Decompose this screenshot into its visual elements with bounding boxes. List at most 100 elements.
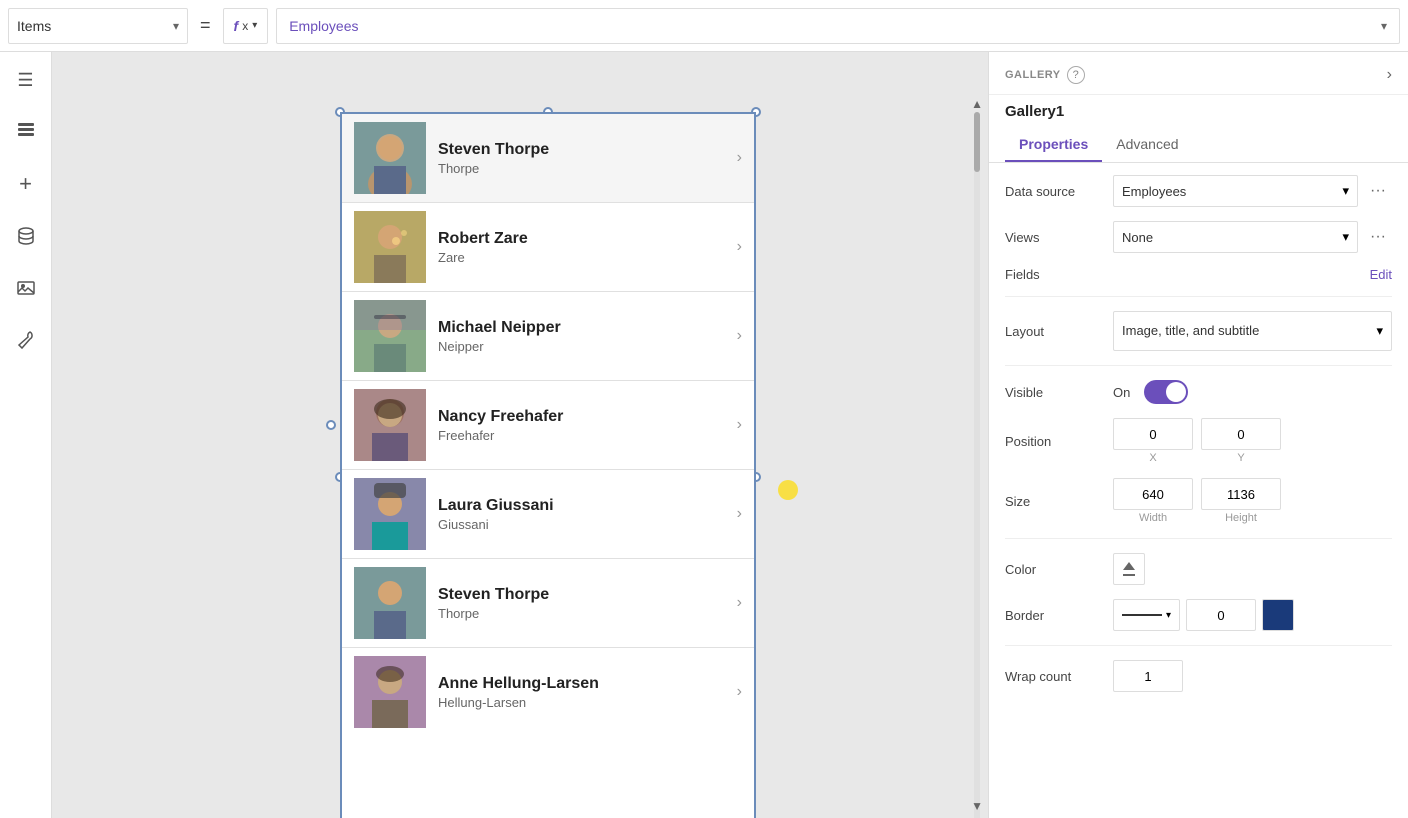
formula-value: Employees [289,18,358,34]
canvas-area[interactable]: ✏ [52,52,988,818]
border-style-dropdown[interactable]: ▾ [1113,599,1180,631]
panel-section-label: GALLERY [1005,69,1061,81]
tools-icon[interactable] [10,324,42,356]
views-arrow: ▾ [1342,229,1349,245]
wrap-count-input[interactable] [1113,660,1183,692]
position-x-input[interactable] [1113,418,1193,450]
size-label: Size [1005,494,1105,509]
item-text: Robert Zare Zare [438,230,729,265]
divider [1005,645,1392,646]
border-line-preview [1122,614,1162,616]
layout-dropdown[interactable]: Image, title, and subtitle ▾ [1113,311,1392,351]
views-dropdown[interactable]: None ▾ [1113,221,1358,253]
views-more-button[interactable]: ··· [1364,223,1392,251]
item-avatar [354,389,426,461]
layout-row: Layout Image, title, and subtitle ▾ [1005,311,1392,351]
position-y-label: Y [1237,452,1244,464]
visible-on-label: On [1113,385,1130,400]
data-source-dropdown[interactable]: Employees ▾ [1113,175,1358,207]
border-label: Border [1005,608,1105,623]
chevron-right-icon: › [737,683,742,701]
item-subtitle: Zare [438,250,729,265]
border-color-swatch[interactable] [1262,599,1294,631]
item-subtitle: Hellung-Larsen [438,695,729,710]
position-label: Position [1005,434,1105,449]
scroll-up-icon[interactable]: ▲ [971,97,983,111]
fx-button[interactable]: f x ▾ [223,8,269,44]
scroll-down-icon[interactable]: ▼ [971,799,983,813]
tab-properties[interactable]: Properties [1005,128,1102,162]
add-icon[interactable]: + [10,168,42,200]
chevron-right-icon: › [737,505,742,523]
wrap-count-row: Wrap count [1005,660,1392,692]
gallery-item[interactable]: Laura Giussani Giussani › [342,470,754,559]
fields-label: Fields [1005,267,1105,282]
database-icon[interactable] [10,220,42,252]
item-name: Nancy Freehafer [438,408,729,426]
data-source-arrow: ▾ [1342,183,1349,199]
divider [1005,365,1392,366]
layout-arrow: ▾ [1376,323,1383,339]
item-name: Robert Zare [438,230,729,248]
gallery-item[interactable]: Robert Zare Zare › [342,203,754,292]
position-xy-group: X Y [1113,418,1392,464]
main-layout: ☰ + [0,52,1408,818]
border-width-input[interactable] [1186,599,1256,631]
gallery-item[interactable]: Michael Neipper Neipper › [342,292,754,381]
item-subtitle: Giussani [438,517,729,532]
visible-toggle[interactable] [1144,380,1188,404]
items-dropdown[interactable]: Items ▾ [8,8,188,44]
gallery-name: Gallery1 [989,95,1408,120]
equals-sign: = [200,15,211,36]
size-height-label: Height [1225,512,1257,524]
color-label: Color [1005,562,1105,577]
gallery-item[interactable]: Steven Thorpe Thorpe › [342,559,754,648]
divider [1005,296,1392,297]
fx-arrow: ▾ [252,20,257,31]
data-source-more-button[interactable]: ··· [1364,177,1392,205]
data-source-label: Data source [1005,184,1105,199]
position-y-input[interactable] [1201,418,1281,450]
scrollbar-thumb[interactable] [974,112,980,172]
item-name: Michael Neipper [438,319,729,337]
size-xy-group: Width Height [1113,478,1392,524]
item-name: Steven Thorpe [438,141,729,159]
item-avatar [354,122,426,194]
size-height-input[interactable] [1201,478,1281,510]
data-source-value: Employees [1122,184,1186,199]
chevron-right-icon: › [737,594,742,612]
item-name: Laura Giussani [438,497,729,515]
panel-header: GALLERY ? › [989,52,1408,95]
media-icon[interactable] [10,272,42,304]
position-control: X Y [1113,418,1392,464]
toggle-knob [1166,382,1186,402]
layers-icon[interactable] [10,116,42,148]
gallery-item[interactable]: Anne Hellung-Larsen Hellung-Larsen › [342,648,754,736]
position-row: Position X Y [1005,418,1392,464]
gallery-widget[interactable]: ✏ [340,112,756,818]
views-value: None [1122,230,1153,245]
scrollbar-track[interactable] [974,112,980,818]
help-icon[interactable]: ? [1067,66,1085,84]
chevron-right-icon: › [737,238,742,256]
views-label: Views [1005,230,1105,245]
size-width-input[interactable] [1113,478,1193,510]
item-text: Anne Hellung-Larsen Hellung-Larsen [438,675,729,710]
data-source-control: Employees ▾ ··· [1113,175,1392,207]
item-avatar [354,300,426,372]
size-control: Width Height [1113,478,1392,524]
size-row: Size Width Height [1005,478,1392,524]
item-avatar [354,478,426,550]
formula-bar[interactable]: Employees ▾ [276,8,1400,44]
handle-mid-left[interactable] [326,420,336,430]
color-control [1113,553,1392,585]
tab-advanced[interactable]: Advanced [1102,128,1192,162]
fx-x-label: x [242,19,248,33]
gallery-item[interactable]: Nancy Freehafer Freehafer › [342,381,754,470]
hamburger-menu-icon[interactable]: ☰ [10,64,42,96]
fields-edit-link[interactable]: Edit [1370,267,1392,282]
wrap-count-control [1113,660,1392,692]
panel-expand-button[interactable]: › [1387,66,1392,84]
gallery-item[interactable]: Steven Thorpe Thorpe › [342,114,754,203]
color-picker-button[interactable] [1113,553,1145,585]
